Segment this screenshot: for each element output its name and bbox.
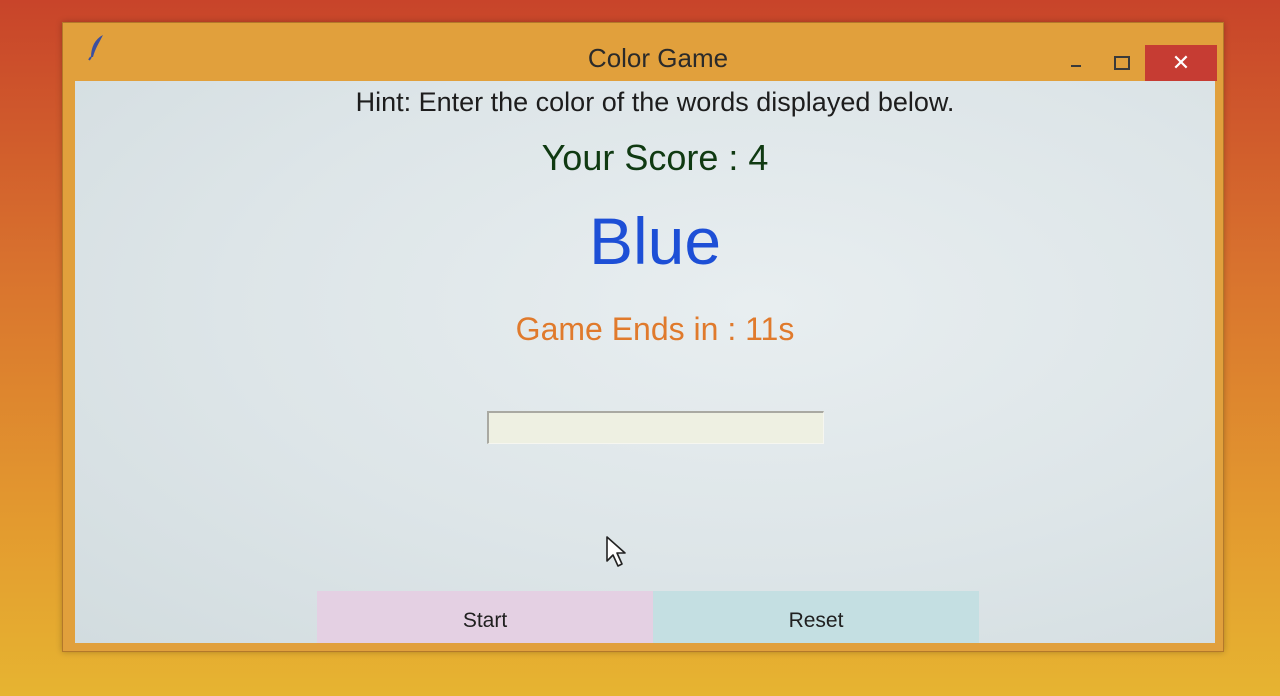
score-label: Your Score : 4 xyxy=(541,137,769,178)
close-icon: ✕ xyxy=(1171,50,1191,75)
close-button[interactable]: ✕ xyxy=(1145,45,1217,81)
color-entry-field[interactable] xyxy=(487,411,824,444)
timer-label: Game Ends in : 11s xyxy=(515,311,795,347)
maximize-icon xyxy=(1114,56,1130,70)
game-area: Hint: Enter the color of the words displ… xyxy=(75,81,1215,643)
minimize-icon xyxy=(1071,65,1081,67)
color-word: Blue xyxy=(588,204,722,278)
hint-label: Hint: Enter the color of the words displ… xyxy=(355,87,955,117)
mouse-cursor-icon xyxy=(606,536,626,567)
title-bar[interactable]: Color Game ✕ xyxy=(63,23,1223,81)
start-button[interactable]: Start xyxy=(317,591,653,643)
maximize-button[interactable] xyxy=(1099,45,1145,81)
reset-button[interactable]: Reset xyxy=(653,591,979,643)
minimize-button[interactable] xyxy=(1053,45,1099,81)
app-window: Color Game ✕ Hint: Enter the color of th… xyxy=(62,22,1224,652)
